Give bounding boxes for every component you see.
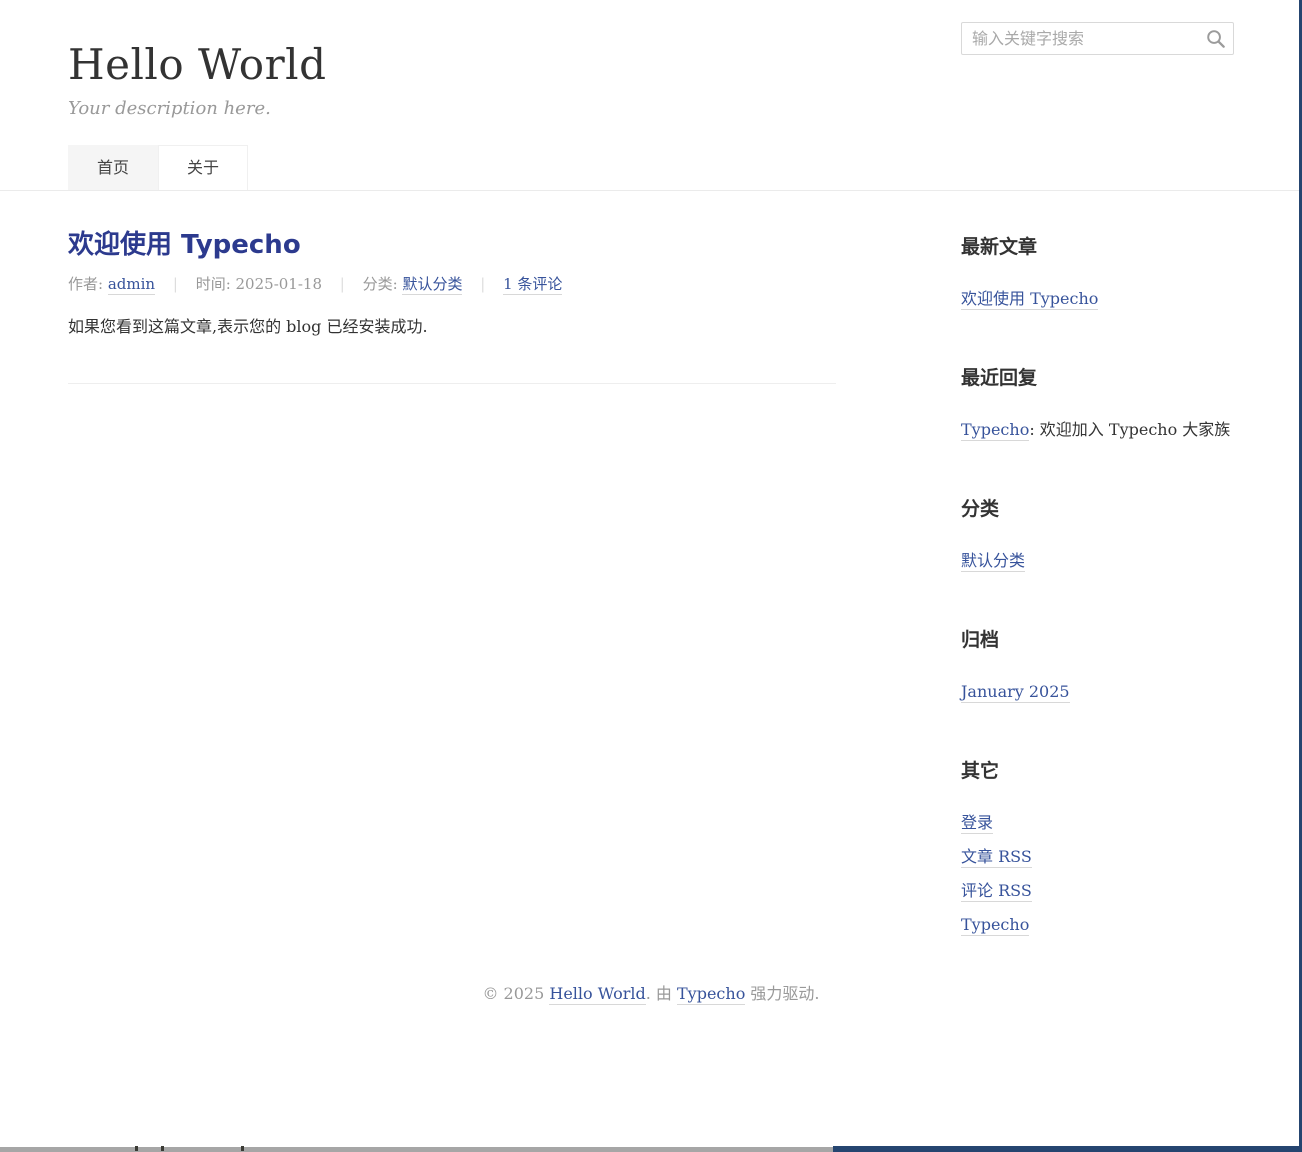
- post-time: 2025-01-18: [236, 275, 322, 293]
- misc-link[interactable]: Typecho: [961, 915, 1029, 936]
- list-item: Typecho: [961, 908, 1234, 942]
- misc-link[interactable]: 登录: [961, 813, 993, 834]
- footer-typecho-link[interactable]: Typecho: [677, 984, 745, 1005]
- nav-item-about[interactable]: 关于: [158, 145, 248, 190]
- meta-separator: |: [340, 275, 345, 293]
- widget-recent-comments-title: 最近回复: [961, 363, 1234, 390]
- taskbar-strip-navy: [833, 1146, 1302, 1152]
- post: 欢迎使用 Typecho 作者: admin | 时间: 2025-01-18 …: [68, 231, 836, 339]
- site-footer: © 2025 Hello World. 由 Typecho 强力驱动.: [68, 942, 1234, 1004]
- post-time-label: 时间:: [196, 275, 236, 293]
- list-item: 默认分类: [961, 544, 1234, 578]
- widget-recent-posts: 最新文章 欢迎使用 Typecho: [961, 232, 1234, 316]
- taskbar-tick: [135, 1146, 138, 1151]
- post-meta: 作者: admin | 时间: 2025-01-18 | 分类: 默认分类 | …: [68, 273, 836, 294]
- post-title: 欢迎使用 Typecho: [68, 231, 836, 260]
- sidebar: 最新文章 欢迎使用 Typecho 最近回复 Typecho: 欢迎加入 Typ…: [961, 191, 1234, 942]
- archive-link[interactable]: January 2025: [961, 682, 1070, 703]
- nav-item-home[interactable]: 首页: [68, 145, 158, 190]
- post-body: 如果您看到这篇文章,表示您的 blog 已经安装成功.: [68, 315, 836, 339]
- category-link[interactable]: 默认分类: [961, 551, 1025, 572]
- footer-copyright: © 2025: [482, 984, 549, 1003]
- widget-archives: 归档 January 2025: [961, 625, 1234, 709]
- site-description: Your description here.: [68, 98, 1234, 119]
- list-item: 评论 RSS: [961, 874, 1234, 908]
- misc-link[interactable]: 文章 RSS: [961, 847, 1032, 868]
- taskbar-strip-gray: [0, 1147, 833, 1152]
- widget-archives-title: 归档: [961, 625, 1234, 652]
- post-comments-link[interactable]: 1 条评论: [503, 275, 562, 295]
- list-item: January 2025: [961, 675, 1234, 709]
- misc-list: 登录文章 RSS 评论 RSS Typecho: [961, 806, 1234, 942]
- comment-author-link[interactable]: Typecho: [961, 420, 1029, 441]
- footer-suffix-text: 强力驱动.: [745, 984, 819, 1003]
- taskbar-tick: [161, 1146, 164, 1151]
- post-divider: [68, 383, 836, 384]
- content-column: 欢迎使用 Typecho 作者: admin | 时间: 2025-01-18 …: [68, 191, 836, 384]
- taskbar-tick: [241, 1146, 244, 1151]
- search-form: [961, 22, 1234, 55]
- post-author-label: 作者:: [68, 275, 108, 293]
- list-item: 欢迎使用 Typecho: [961, 282, 1234, 316]
- list-item: 登录: [961, 806, 1234, 840]
- meta-separator: |: [173, 275, 178, 293]
- widget-misc-title: 其它: [961, 756, 1234, 783]
- footer-middle-text: . 由: [646, 984, 677, 1003]
- widget-recent-comments: 最近回复 Typecho: 欢迎加入 Typecho 大家族: [961, 363, 1234, 447]
- bottom-taskbar-strip: [0, 1147, 1302, 1152]
- main-area: 欢迎使用 Typecho 作者: admin | 时间: 2025-01-18 …: [68, 191, 1234, 942]
- search-icon[interactable]: [1206, 29, 1225, 48]
- widget-misc: 其它 登录文章 RSS 评论 RSS Typecho: [961, 756, 1234, 942]
- site-header: Hello World Your description here. 首页 关于: [68, 0, 1234, 190]
- site-title-link[interactable]: Hello World: [68, 40, 326, 89]
- recent-comments-list: Typecho: 欢迎加入 Typecho 大家族: [961, 413, 1234, 447]
- widget-categories-title: 分类: [961, 494, 1234, 521]
- list-item: Typecho: 欢迎加入 Typecho 大家族: [961, 413, 1234, 447]
- meta-separator: |: [480, 275, 485, 293]
- list-item: 文章 RSS: [961, 840, 1234, 874]
- post-title-link[interactable]: 欢迎使用 Typecho: [68, 230, 301, 260]
- categories-list: 默认分类: [961, 544, 1234, 578]
- widget-categories: 分类 默认分类: [961, 494, 1234, 578]
- comment-text: : 欢迎加入 Typecho 大家族: [1029, 420, 1230, 439]
- widget-recent-posts-title: 最新文章: [961, 232, 1234, 259]
- post-category-link[interactable]: 默认分类: [402, 275, 462, 295]
- misc-link[interactable]: 评论 RSS: [961, 881, 1032, 902]
- footer-site-link[interactable]: Hello World: [549, 984, 645, 1005]
- post-category-label: 分类:: [363, 275, 403, 293]
- recent-post-link[interactable]: 欢迎使用 Typecho: [961, 289, 1098, 310]
- site-nav: 首页 关于: [68, 145, 1234, 190]
- post-author-link[interactable]: admin: [108, 275, 155, 295]
- search-input[interactable]: [961, 22, 1234, 55]
- recent-posts-list: 欢迎使用 Typecho: [961, 282, 1234, 316]
- archives-list: January 2025: [961, 675, 1234, 709]
